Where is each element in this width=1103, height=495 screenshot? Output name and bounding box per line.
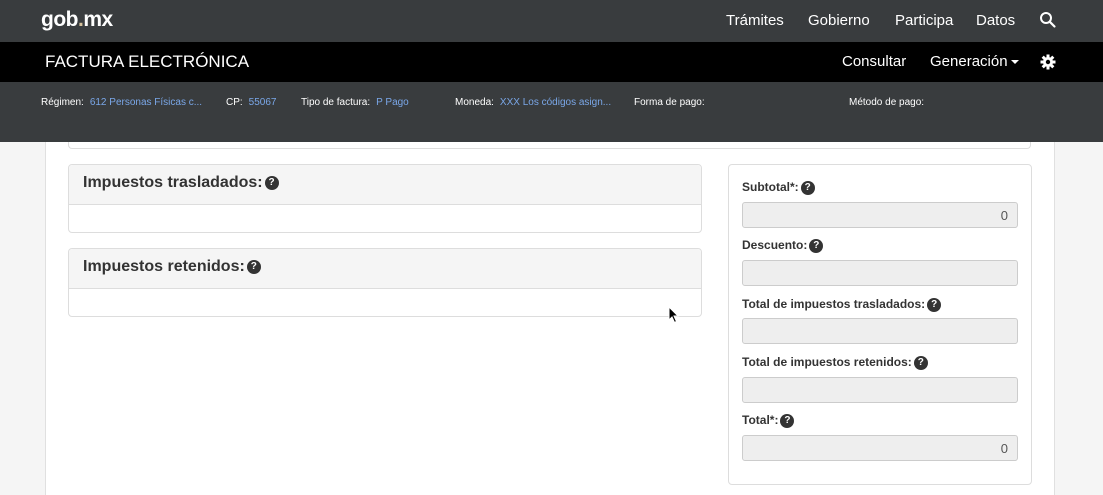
nav-tramites[interactable]: Trámites <box>726 12 784 29</box>
info-tipo-factura: Tipo de factura: P Pago <box>301 97 409 108</box>
help-icon[interactable]: ? <box>780 413 795 428</box>
help-icon[interactable]: ? <box>246 259 261 274</box>
panel-heading: Impuestos retenidos:? <box>69 249 701 289</box>
cp-label: CP: <box>226 97 243 108</box>
logo-text-gob: gob <box>41 8 78 31</box>
total-impuestos-retenidos-label: Total de impuestos retenidos:? <box>742 355 928 370</box>
help-icon[interactable]: ? <box>264 175 279 190</box>
total-label: Total*:? <box>742 413 795 428</box>
nav-participa[interactable]: Participa <box>895 12 953 29</box>
subtotal-field[interactable]: 0 <box>742 202 1018 228</box>
gobmx-logo[interactable]: gob.mx <box>41 8 113 32</box>
descuento-field[interactable] <box>742 260 1018 286</box>
help-icon[interactable]: ? <box>913 355 928 370</box>
cp-value: 55067 <box>248 97 277 108</box>
logo-text-mx: mx <box>83 8 113 31</box>
tipo-label: Tipo de factura: <box>301 97 371 108</box>
help-icon[interactable]: ? <box>927 297 942 312</box>
info-forma-pago: Forma de pago: <box>634 97 705 108</box>
help-icon[interactable]: ? <box>809 238 824 253</box>
descuento-label: Descuento:? <box>742 238 824 253</box>
subtotal-label: Subtotal*:? <box>742 180 815 195</box>
info-metodo-pago: Método de pago: <box>849 97 925 108</box>
total-field[interactable]: 0 <box>742 435 1018 461</box>
total-impuestos-retenidos-field[interactable] <box>742 377 1018 403</box>
app-navbar: FACTURA ELECTRÓNICA Consultar Generación <box>0 42 1103 82</box>
regimen-label: Régimen: <box>41 97 84 108</box>
impuestos-retenidos-title: Impuestos retenidos: <box>83 258 245 275</box>
caret-down-icon <box>1010 60 1019 65</box>
total-impuestos-trasladados-field[interactable] <box>742 318 1018 344</box>
moneda-value: XXX Los códigos asign... <box>499 97 612 108</box>
descuento-label-text: Descuento: <box>742 238 808 252</box>
impuestos-retenidos-panel: Impuestos retenidos:? <box>68 248 702 317</box>
impuestos-trasladados-panel: Impuestos trasladados:? <box>68 164 702 233</box>
help-icon[interactable]: ? <box>800 180 815 195</box>
nav-consultar[interactable]: Consultar <box>842 53 906 70</box>
previous-panel-edge <box>68 142 1031 149</box>
total-trasladados-label-text: Total de impuestos trasladados: <box>742 297 926 311</box>
tipo-value: P Pago <box>376 97 409 108</box>
impuestos-trasladados-title: Impuestos trasladados: <box>83 174 263 191</box>
regimen-value: 612 Personas Físicas c... <box>89 97 203 108</box>
info-moneda: Moneda: XXX Los códigos asign... <box>455 97 611 108</box>
panel-heading: Impuestos trasladados:? <box>69 165 701 205</box>
total-label-text: Total*: <box>742 413 779 427</box>
nav-gobierno[interactable]: Gobierno <box>808 12 870 29</box>
subtotal-label-text: Subtotal*: <box>742 180 799 194</box>
total-impuestos-trasladados-label: Total de impuestos trasladados:? <box>742 297 942 312</box>
panel-body <box>69 205 701 232</box>
top-navbar: gob.mx Trámites Gobierno Participa Datos <box>0 0 1103 42</box>
nav-generacion-dropdown[interactable]: Generación <box>930 53 1019 70</box>
panel-body <box>69 289 701 316</box>
mouse-cursor-icon <box>668 306 680 324</box>
nav-datos[interactable]: Datos <box>976 12 1015 29</box>
gear-icon[interactable] <box>1040 54 1056 70</box>
info-regimen: Régimen: 612 Personas Físicas c... <box>41 97 202 108</box>
nav-generacion-label: Generación <box>930 53 1008 70</box>
invoice-info-bar <box>0 82 1103 142</box>
total-retenidos-label-text: Total de impuestos retenidos: <box>742 355 912 369</box>
info-cp: CP: 55067 <box>226 97 276 108</box>
app-title[interactable]: FACTURA ELECTRÓNICA <box>45 52 249 72</box>
moneda-label: Moneda: <box>455 97 494 108</box>
search-icon[interactable] <box>1039 11 1057 29</box>
